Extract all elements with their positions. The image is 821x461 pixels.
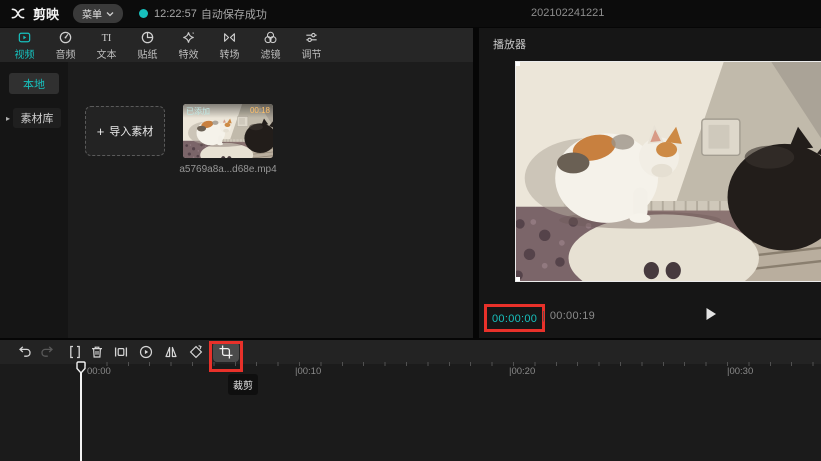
ruler-ticks[interactable] [85, 362, 821, 366]
player-title: 播放器 [479, 28, 821, 52]
playhead-line[interactable] [80, 373, 82, 461]
asset-tab-bar: 视频 音频 TI 文本 贴纸 [0, 28, 473, 62]
menu-label: 菜单 [82, 6, 102, 21]
import-label: 导入素材 [109, 123, 153, 139]
mirror-icon[interactable] [163, 344, 179, 360]
ruler-label: 00:00 [87, 366, 111, 377]
duration-badge: 00:18 [250, 106, 270, 115]
app-name: 剪映 [33, 4, 59, 23]
chevron-down-icon [106, 11, 114, 17]
app-logo: 剪映 [8, 4, 59, 23]
current-time: 00:00:00 [492, 313, 537, 325]
redo-icon[interactable] [39, 344, 55, 360]
filter-icon [263, 30, 278, 45]
autosave-time: 12:22:57 [154, 8, 197, 20]
undo-icon[interactable] [17, 344, 33, 360]
transform-handle[interactable] [516, 277, 520, 281]
added-badge: 已添加 [186, 106, 210, 117]
autosave-status: 12:22:57 自动保存成功 [139, 6, 267, 22]
ruler-label: |00:10 [295, 366, 321, 377]
autosave-dot-icon [139, 9, 148, 18]
freeze-frame-icon[interactable] [113, 344, 129, 360]
tab-transition[interactable]: 转场 [209, 28, 250, 62]
ruler-label: |00:20 [509, 366, 535, 377]
top-bar: 剪映 菜单 12:22:57 自动保存成功 202102241221 [0, 0, 821, 27]
tab-filter[interactable]: 滤镜 [250, 28, 291, 62]
media-grid: + 导入素材 [68, 62, 473, 338]
tab-adjust[interactable]: 调节 [291, 28, 332, 62]
video-frame [516, 62, 821, 281]
timeline-toolbar [0, 340, 821, 364]
media-sidebar: 本地 ▸ 素材库 [0, 62, 68, 338]
clip-thumbnail[interactable]: 已添加 00:18 [183, 104, 273, 158]
media-panel: 视频 音频 TI 文本 贴纸 [0, 28, 473, 338]
autosave-text: 自动保存成功 [201, 6, 267, 22]
menu-button[interactable]: 菜单 [73, 4, 123, 23]
effects-icon [181, 30, 196, 45]
audio-icon [58, 30, 73, 45]
svg-text:TI: TI [102, 32, 112, 43]
crop-tooltip: 裁剪 [228, 374, 258, 395]
text-icon: TI [99, 30, 114, 45]
total-time: 00:00:19 [550, 310, 595, 322]
transition-icon [222, 30, 237, 45]
capcut-logo-icon [8, 6, 28, 21]
play-button[interactable] [703, 306, 719, 322]
ruler-label: |00:30 [727, 366, 753, 377]
transform-handle[interactable] [516, 62, 520, 66]
adjust-icon [304, 30, 319, 45]
video-preview[interactable] [516, 62, 821, 281]
tab-sticker[interactable]: 贴纸 [127, 28, 168, 62]
time-separator: | [542, 310, 545, 322]
delete-icon[interactable] [89, 344, 105, 360]
split-icon[interactable] [67, 344, 83, 360]
app-window: 剪映 菜单 12:22:57 自动保存成功 202102241221 视频 [0, 0, 821, 461]
plus-icon: + [97, 124, 105, 139]
tab-text[interactable]: TI 文本 [86, 28, 127, 62]
annotation-box-timecode: 00:00:00 [484, 304, 545, 332]
sticker-icon [140, 30, 155, 45]
tab-video[interactable]: 视频 [4, 28, 45, 62]
timeline-panel: 裁剪 00:00 |00:10 |00:20 |00:30 [0, 340, 821, 461]
play-icon [705, 307, 717, 321]
reverse-play-icon[interactable] [138, 344, 154, 360]
tab-audio[interactable]: 音频 [45, 28, 86, 62]
collapse-arrow-icon: ▸ [6, 114, 10, 123]
annotation-box-crop [209, 341, 243, 372]
sidebar-item-local[interactable]: 本地 [9, 73, 59, 94]
import-material-button[interactable]: + 导入素材 [85, 106, 165, 156]
clip-filename: a5769a8a...d68e.mp4 [163, 164, 293, 175]
video-icon [17, 30, 32, 45]
sidebar-item-library[interactable]: ▸ 素材库 [6, 108, 68, 128]
player-panel: 播放器 [479, 28, 821, 338]
project-title: 202102241221 [531, 7, 604, 19]
total-time-wrap: | 00:00:19 [542, 310, 595, 322]
tab-effects[interactable]: 特效 [168, 28, 209, 62]
rotate-icon[interactable] [188, 344, 204, 360]
player-controls: 00:00:00 | 00:00:19 [479, 302, 821, 334]
